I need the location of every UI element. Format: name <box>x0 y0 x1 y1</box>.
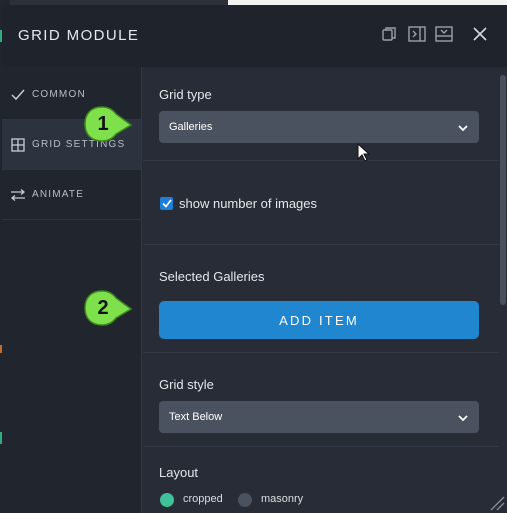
grid-module-panel: GRID MODULE COMMON GRID SETTINGS ANIMATE… <box>2 5 507 513</box>
close-icon[interactable] <box>471 25 489 43</box>
radio-cropped-label: cropped <box>183 493 223 505</box>
grid-icon <box>10 137 26 153</box>
collapse-icon[interactable] <box>435 25 453 43</box>
section-selected-galleries: Selected Galleries ADD ITEM <box>143 245 499 353</box>
panel-header: GRID MODULE <box>2 5 507 67</box>
panel-title: GRID MODULE <box>18 27 140 44</box>
copy-icon[interactable] <box>380 25 398 43</box>
callout-1-number: 1 <box>97 113 109 135</box>
selected-galleries-label: Selected Galleries <box>159 269 265 284</box>
grid-type-value: Galleries <box>169 121 213 133</box>
chevron-down-icon <box>457 411 469 423</box>
sidebar-toggle-icon[interactable] <box>408 25 426 43</box>
mouse-cursor-icon <box>357 142 371 163</box>
add-item-button[interactable]: ADD ITEM <box>159 301 479 339</box>
grid-style-value: Text Below <box>169 411 223 423</box>
tab-label: ANIMATE <box>32 189 85 200</box>
tab-animate[interactable]: ANIMATE <box>2 170 141 220</box>
callout-1: 1 <box>83 105 133 143</box>
callout-2: 2 <box>83 289 133 327</box>
grid-type-label: Grid type <box>159 87 212 102</box>
show-count-label: show number of images <box>179 196 318 211</box>
section-grid-style: Grid style Text Below <box>143 353 499 447</box>
grid-style-label: Grid style <box>159 377 214 392</box>
section-show-count: show number of images <box>143 161 499 245</box>
section-layout: Layout cropped masonry <box>143 447 499 513</box>
scrollbar-thumb[interactable] <box>500 75 506 305</box>
radio-masonry-label: masonry <box>261 493 304 505</box>
layout-label: Layout <box>159 465 199 480</box>
section-grid-type: Grid type Galleries <box>143 67 499 161</box>
radio-cropped[interactable] <box>160 493 174 507</box>
resize-handle-icon[interactable] <box>488 494 506 512</box>
grid-style-select[interactable]: Text Below <box>159 401 479 433</box>
swap-arrows-icon <box>10 187 26 203</box>
chevron-down-icon <box>457 121 469 133</box>
scrollbar[interactable] <box>499 67 507 513</box>
check-icon <box>10 87 26 103</box>
grid-type-select[interactable]: Galleries <box>159 111 479 143</box>
show-count-checkbox[interactable] <box>160 197 173 210</box>
callout-2-number: 2 <box>97 297 109 319</box>
radio-masonry[interactable] <box>238 493 252 507</box>
tab-label: COMMON <box>32 89 86 100</box>
settings-content: Grid type Galleries show number of image… <box>143 67 499 513</box>
screen: GRID MODULE COMMON GRID SETTINGS ANIMATE… <box>0 0 507 513</box>
